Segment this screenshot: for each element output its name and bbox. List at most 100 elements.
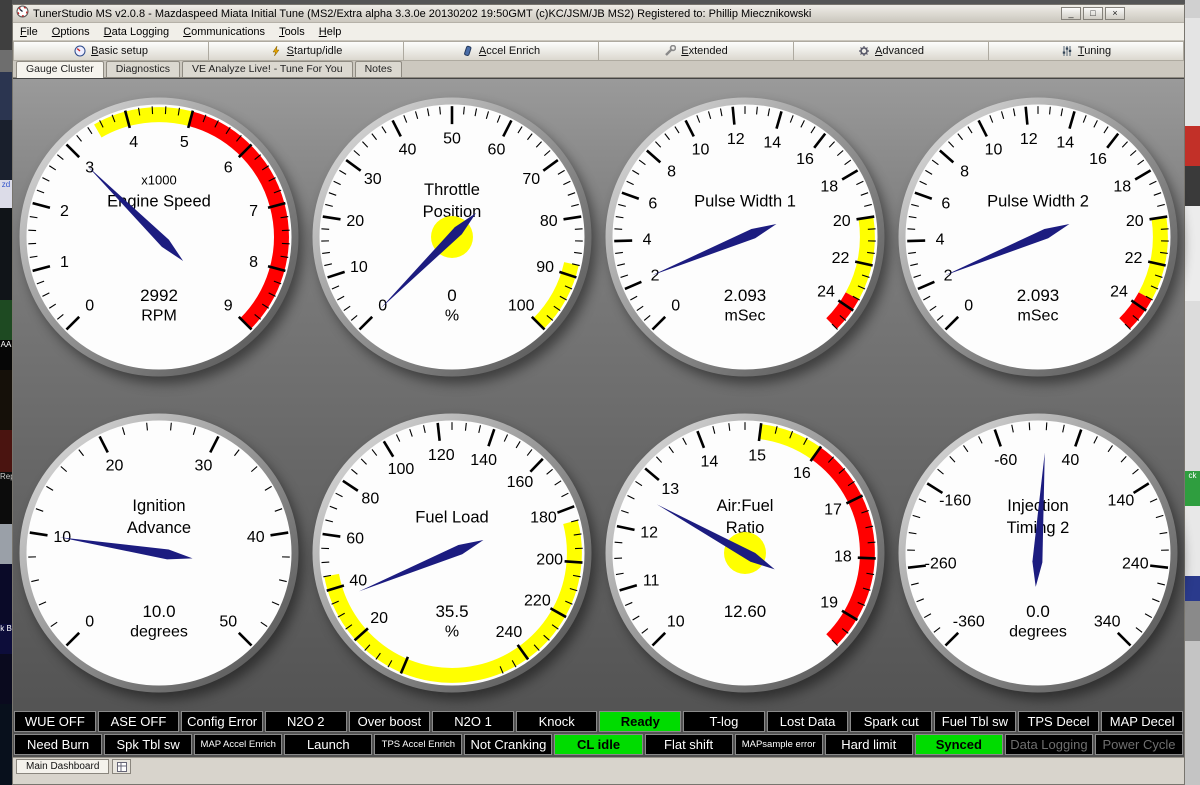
svg-text:12: 12 [1020, 131, 1038, 148]
svg-text:10.0: 10.0 [143, 602, 176, 621]
title-bar: TunerStudio MS v2.0.8 - Mazdaspeed Miata… [13, 5, 1184, 23]
background-fragment [0, 0, 12, 50]
svg-text:18: 18 [834, 549, 852, 566]
svg-text:16: 16 [1089, 151, 1107, 168]
svg-text:0.0: 0.0 [1026, 602, 1050, 621]
gauge-fuel-load[interactable]: 20406080100120140160180200220240Fuel Loa… [306, 395, 599, 711]
menu-tools[interactable]: Tools [272, 25, 312, 39]
close-button[interactable]: × [1105, 7, 1125, 20]
indicator-row-1: WUE OFFASE OFFConfig ErrorN2O 2Over boos… [14, 711, 1183, 732]
menu-file[interactable]: File [13, 25, 45, 39]
svg-text:9: 9 [224, 298, 233, 315]
gauge-injection-timing-2[interactable]: -360-260-160-6040140240340InjectionTimin… [891, 395, 1184, 711]
indicator-cl-idle: CL idle [554, 734, 642, 755]
gauge-grid: 0123456789x1000Engine Speed2992RPM010203… [13, 79, 1184, 711]
toolbar-tuning-button[interactable]: Tuning [989, 41, 1184, 61]
lightning-icon [270, 45, 282, 57]
toolbar-advanced-button[interactable]: Advanced [794, 41, 989, 61]
sliders-icon [1061, 45, 1073, 57]
toolbar-startup-idle-button[interactable]: Startup/idle [209, 41, 404, 61]
background-fragment [0, 120, 12, 180]
svg-text:40: 40 [349, 573, 367, 590]
svg-text:10: 10 [667, 614, 685, 631]
svg-text:100: 100 [388, 461, 415, 478]
menu-data-logging[interactable]: Data Logging [97, 25, 176, 39]
toolbar-extended-button[interactable]: Extended [599, 41, 794, 61]
svg-text:18: 18 [1113, 179, 1131, 196]
minimize-button[interactable]: _ [1061, 7, 1081, 20]
main-toolbar: Basic setupStartup/idleAccel EnrichExten… [13, 41, 1184, 61]
svg-text:30: 30 [195, 457, 213, 474]
indicator-hard-limit: Hard limit [825, 734, 913, 755]
svg-text:4: 4 [935, 232, 944, 249]
indicator-spark-cut: Spark cut [850, 711, 932, 732]
background-fragment [1185, 601, 1200, 641]
indicator-row-2: Need BurnSpk Tbl swMAP Accel EnrichLaunc… [14, 734, 1183, 755]
svg-text:10: 10 [984, 141, 1002, 158]
svg-text:80: 80 [362, 490, 380, 507]
background-fragment [1185, 18, 1200, 126]
svg-text:7: 7 [250, 203, 259, 220]
svg-text:20: 20 [833, 213, 851, 230]
svg-text:60: 60 [488, 141, 506, 158]
tab-diagnostics[interactable]: Diagnostics [106, 61, 180, 77]
indicator-tps-accel-enrich: TPS Accel Enrich [374, 734, 462, 755]
indicator-panel: WUE OFFASE OFFConfig ErrorN2O 2Over boos… [13, 711, 1184, 757]
svg-text:0: 0 [86, 298, 95, 315]
menu-help[interactable]: Help [312, 25, 349, 39]
svg-text:2: 2 [943, 267, 952, 284]
gauge-pulse-width-1[interactable]: 024681012141618202224Pulse Width 12.093m… [599, 79, 892, 395]
tab-notes[interactable]: Notes [355, 61, 402, 77]
svg-text:12: 12 [640, 524, 658, 541]
tab-bar: Gauge ClusterDiagnosticsVE Analyze Live!… [13, 61, 1184, 78]
svg-text:%: % [445, 623, 459, 640]
background-fragment [0, 72, 12, 120]
dashboard-pages-icon[interactable] [112, 759, 131, 774]
indicator-fuel-tbl-sw: Fuel Tbl sw [934, 711, 1016, 732]
tab-ve-analyze-live-tune-for-you[interactable]: VE Analyze Live! - Tune For You [182, 61, 353, 77]
svg-text:180: 180 [530, 510, 557, 527]
background-fragment [0, 208, 12, 300]
svg-text:70: 70 [522, 171, 540, 188]
tab-gauge-cluster[interactable]: Gauge Cluster [16, 61, 104, 78]
svg-text:16: 16 [796, 151, 814, 168]
svg-text:2992: 2992 [140, 286, 178, 305]
gauge-throttle-position[interactable]: 0102030405060708090100ThrottlePosition0% [306, 79, 599, 395]
svg-text:Pulse Width 2: Pulse Width 2 [987, 193, 1089, 211]
background-fragment [0, 524, 12, 564]
svg-text:Ignition: Ignition [133, 497, 186, 515]
svg-text:2: 2 [651, 267, 660, 284]
menu-options[interactable]: Options [45, 25, 97, 39]
background-fragment: k B [0, 624, 12, 654]
svg-text:18: 18 [820, 179, 838, 196]
svg-text:12.60: 12.60 [724, 602, 767, 621]
svg-text:14: 14 [700, 453, 718, 470]
indicator-ready: Ready [599, 711, 681, 732]
indicator-not-cranking: Not Cranking [464, 734, 552, 755]
svg-text:60: 60 [346, 530, 364, 547]
svg-text:200: 200 [536, 552, 563, 569]
background-fragment [1185, 126, 1200, 166]
svg-text:24: 24 [817, 284, 835, 301]
svg-text:19: 19 [820, 595, 838, 612]
gauge-ignition-advance[interactable]: 01020304050IgnitionAdvance10.0degrees [13, 395, 306, 711]
indicator-lost-data: Lost Data [767, 711, 849, 732]
bottom-tab-bar: Main Dashboard [13, 757, 1184, 775]
svg-text:50: 50 [443, 131, 461, 148]
menu-bar: FileOptionsData LoggingCommunicationsToo… [13, 23, 1184, 41]
svg-text:80: 80 [540, 213, 558, 230]
background-fragment [1185, 166, 1200, 206]
toolbar-label: Advanced [875, 45, 924, 57]
window-bottom-edge [13, 775, 1184, 784]
gauge-engine-speed[interactable]: 0123456789x1000Engine Speed2992RPM [13, 79, 306, 395]
svg-text:Fuel Load: Fuel Load [415, 509, 488, 527]
svg-text:5: 5 [180, 134, 189, 151]
toolbar-basic-setup-button[interactable]: Basic setup [13, 41, 209, 61]
toolbar-accel-enrich-button[interactable]: Accel Enrich [404, 41, 599, 61]
gauge-air-fuel-ratio[interactable]: 10111213141516171819Air:FuelRatio12.60 [599, 395, 892, 711]
maximize-button[interactable]: □ [1083, 7, 1103, 20]
menu-communications[interactable]: Communications [176, 25, 272, 39]
bottom-tab-main-dashboard[interactable]: Main Dashboard [16, 759, 109, 774]
gauge-pulse-width-2[interactable]: 024681012141618202224Pulse Width 22.093m… [891, 79, 1184, 395]
svg-text:240: 240 [496, 624, 523, 641]
